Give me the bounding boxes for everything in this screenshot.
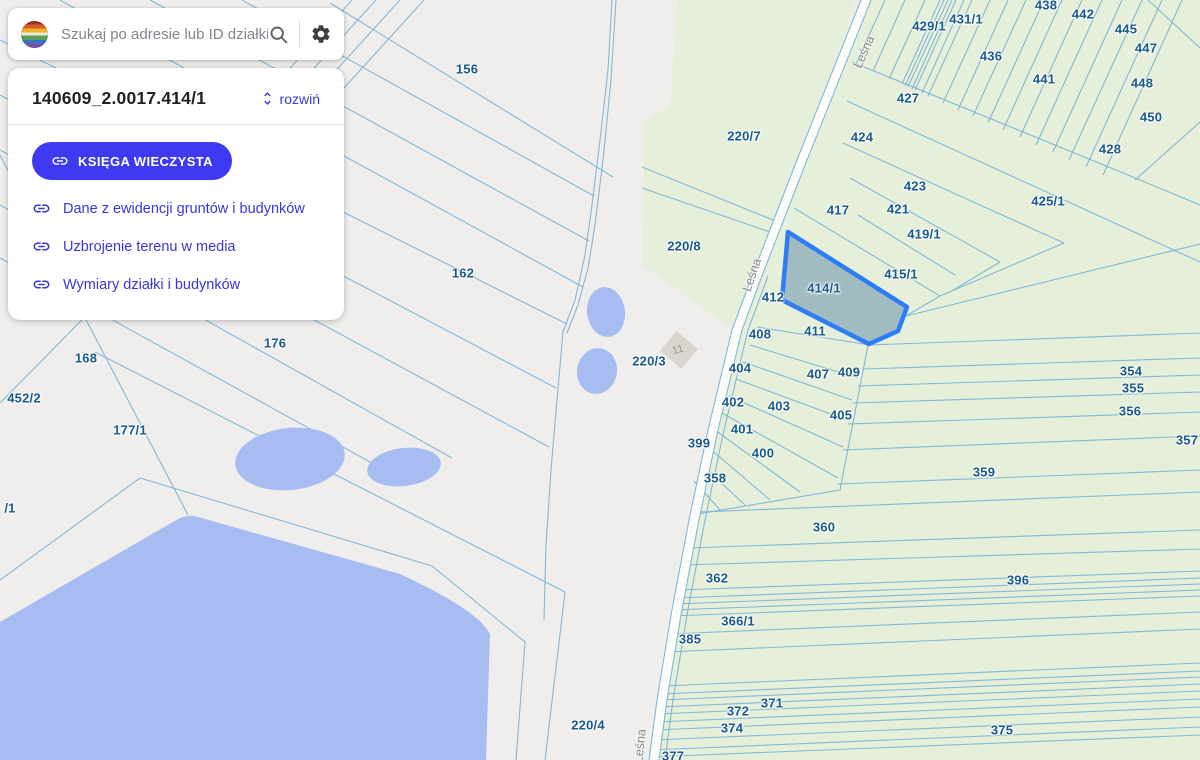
link-icon xyxy=(32,275,51,294)
parcel-info-panel: 140609_2.0017.414/1 rozwiń KSIĘGA WIECZY… xyxy=(8,68,344,320)
expand-button[interactable]: rozwiń xyxy=(259,90,320,107)
app-root: 156162176168452/2177/1/1220/7220/8220/32… xyxy=(0,0,1200,760)
link-icon xyxy=(32,237,51,256)
link-wymiary-label: Wymiary działki i budynków xyxy=(63,277,240,293)
link-icon xyxy=(32,199,51,218)
gear-icon[interactable] xyxy=(310,23,332,45)
unfold-more-icon xyxy=(259,90,276,107)
parcel-id-title: 140609_2.0017.414/1 xyxy=(32,88,206,109)
search-bar[interactable] xyxy=(8,8,344,60)
ksiega-wieczysta-label: KSIĘGA WIECZYSTA xyxy=(78,154,213,169)
ksiega-wieczysta-button[interactable]: KSIĘGA WIECZYSTA xyxy=(32,142,232,180)
search-icon[interactable] xyxy=(268,24,289,45)
link-uzbrojenie-label: Uzbrojenie terenu w media xyxy=(63,239,235,255)
link-ewidencja[interactable]: Dane z ewidencji gruntów i budynków xyxy=(32,199,320,218)
expand-label: rozwiń xyxy=(280,91,320,107)
link-ewidencja-label: Dane z ewidencji gruntów i budynków xyxy=(63,201,305,217)
search-divider xyxy=(299,21,300,47)
search-input[interactable] xyxy=(61,26,268,43)
link-wymiary[interactable]: Wymiary działki i budynków xyxy=(32,275,320,294)
app-logo-icon xyxy=(21,21,48,48)
panel-divider xyxy=(8,124,344,125)
link-icon xyxy=(51,152,69,170)
link-uzbrojenie[interactable]: Uzbrojenie terenu w media xyxy=(32,237,320,256)
